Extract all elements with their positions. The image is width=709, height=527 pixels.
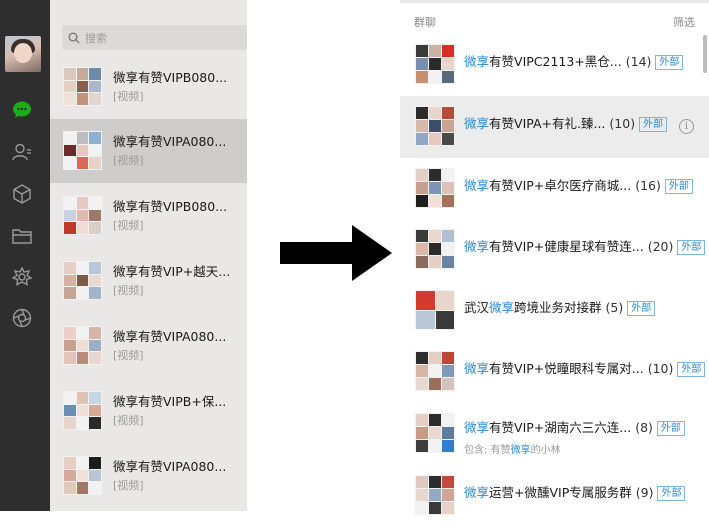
- group-avatar: [415, 475, 455, 515]
- group-avatar: [415, 229, 455, 269]
- group-result-item[interactable]: 微享有赞VIP+悦瞳眼科专属对... (10) 外部: [400, 341, 709, 403]
- chat-list-item[interactable]: 微享有赞VIPB+保... [视频]: [50, 379, 247, 443]
- user-avatar[interactable]: [5, 36, 41, 72]
- group-result-item[interactable]: 微享有赞VIP+湖南六三六连... (8) 外部 包含: 有赞微享的小林: [400, 403, 709, 465]
- mini-program-icon[interactable]: [12, 267, 32, 287]
- group-result-item[interactable]: 微享有赞VIPC2113+黑仓... (14) 外部: [400, 34, 709, 96]
- chat-app: 搜索 微享有赞VIPB080... [视频] 微享有赞VIPA080... [视…: [0, 0, 247, 511]
- group-avatar: [63, 326, 102, 365]
- group-avatar: [415, 44, 455, 84]
- external-tag: 外部: [627, 301, 656, 316]
- search-icon: [68, 32, 80, 43]
- group-name: 微享有赞VIPA+有礼.臻... (10) 外部: [464, 113, 668, 132]
- group-avatar: [415, 290, 455, 330]
- chat-list-item[interactable]: 微享有赞VIPB080... [视频]: [50, 55, 247, 119]
- chat-list-item[interactable]: 微享有赞VIPB080... [视频]: [50, 184, 247, 248]
- chat-preview: [视频]: [113, 154, 144, 167]
- chat-name: 微享有赞VIPB080...: [113, 199, 228, 214]
- external-tag: 外部: [677, 362, 706, 377]
- external-tag: 外部: [655, 55, 684, 70]
- group-avatar: [63, 261, 102, 300]
- group-name: 微享有赞VIP+悦瞳眼科专属对... (10) 外部: [464, 358, 706, 377]
- chat-icon[interactable]: [12, 100, 32, 120]
- contacts-icon[interactable]: [12, 142, 32, 162]
- group-results-panel: 群聊 筛选 微享有赞VIPC2113+黑仓... (14) 外部 微享有赞VIPA+…: [400, 0, 709, 515]
- box-icon[interactable]: [12, 184, 32, 204]
- right-arrow-icon: [280, 225, 392, 281]
- group-name: 微享有赞VIP+卓尔医疗商城... (16) 外部: [464, 175, 693, 194]
- filter-button[interactable]: 筛选: [673, 14, 695, 30]
- group-result-item[interactable]: 微享有赞VIPA+有礼.臻... (10) 外部 i: [400, 96, 709, 158]
- search-placeholder: 搜索: [85, 31, 107, 45]
- chat-preview: [视频]: [113, 479, 144, 492]
- chat-preview: [视频]: [113, 90, 144, 103]
- chat-preview: [视频]: [113, 284, 144, 297]
- group-name: 微享运营+微醺VIP专属服务群 (9) 外部: [464, 482, 686, 501]
- group-avatar: [415, 413, 455, 453]
- chat-list-item[interactable]: 微享有赞VIPA080... [视频]: [50, 444, 247, 508]
- chat-list-item[interactable]: 微享有赞VIPA080... [视频]: [50, 314, 247, 378]
- chat-name: 微享有赞VIPA080...: [113, 329, 227, 344]
- folder-icon[interactable]: [12, 226, 32, 246]
- group-avatar: [415, 168, 455, 208]
- external-tag: 外部: [656, 421, 685, 436]
- chat-name: 微享有赞VIPA080...: [113, 134, 227, 149]
- chat-preview: [视频]: [113, 349, 144, 362]
- moments-icon[interactable]: [12, 308, 32, 328]
- chat-list-item[interactable]: 微享有赞VIPA080... [视频]: [50, 119, 247, 183]
- group-result-item[interactable]: 微享有赞VIP+卓尔医疗商城... (16) 外部: [400, 158, 709, 220]
- member-match: 包含: 有赞微享的小林: [464, 445, 561, 456]
- group-avatar: [63, 131, 102, 170]
- external-tag: 外部: [664, 179, 693, 194]
- group-name: 武汉微享跨境业务对接群 (5) 外部: [464, 297, 656, 316]
- chat-list-item[interactable]: 微享有赞VIP+越天... [视频]: [50, 249, 247, 313]
- group-avatar: [63, 391, 102, 430]
- group-avatar: [415, 106, 455, 146]
- chat-name: 微享有赞VIPA080...: [113, 459, 227, 474]
- chat-name: 微享有赞VIP+越天...: [113, 264, 231, 279]
- group-name: 微享有赞VIPC2113+黑仓... (14) 外部: [464, 51, 684, 70]
- search-input[interactable]: 搜索: [62, 25, 247, 50]
- chat-name: 微享有赞VIPB080...: [113, 70, 228, 85]
- group-name: 微享有赞VIP+湖南六三六连... (8) 外部: [464, 417, 685, 436]
- group-result-item[interactable]: 武汉微享跨境业务对接群 (5) 外部: [400, 280, 709, 342]
- group-name: 微享有赞VIP+健康星球有赞连... (20) 外部: [464, 236, 706, 255]
- group-result-item[interactable]: 微享运营+微醺VIP专属服务群 (9) 外部: [400, 465, 709, 527]
- group-avatar: [63, 456, 102, 495]
- chat-name: 微享有赞VIPB+保...: [113, 394, 227, 409]
- group-avatar: [63, 67, 102, 106]
- external-tag: 外部: [677, 240, 706, 255]
- group-avatar: [63, 196, 102, 235]
- section-title: 群聊: [414, 16, 436, 29]
- chat-preview: [视频]: [113, 219, 144, 232]
- nav-rail: [0, 0, 50, 511]
- group-result-item[interactable]: 微享有赞VIP+健康星球有赞连... (20) 外部: [400, 219, 709, 281]
- external-tag: 外部: [657, 486, 686, 501]
- chat-preview: [视频]: [113, 414, 144, 427]
- group-avatar: [415, 351, 455, 391]
- info-icon[interactable]: i: [679, 119, 694, 134]
- external-tag: 外部: [639, 117, 668, 132]
